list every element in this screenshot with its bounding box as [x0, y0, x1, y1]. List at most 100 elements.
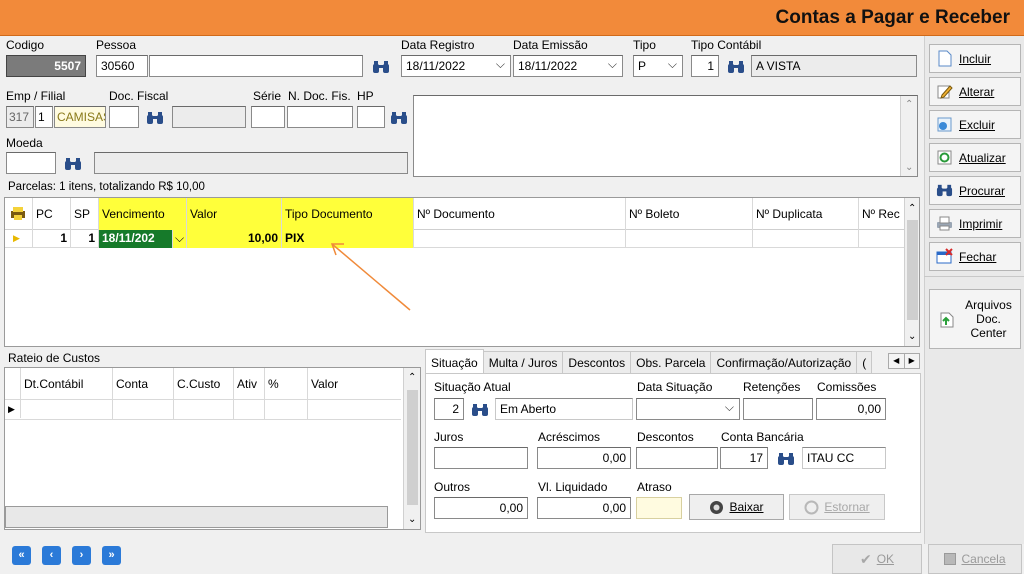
cell-n-duplicata[interactable] [753, 230, 859, 248]
table-row[interactable]: ▶ 1 1 18/11/202 ⌵ 10,00 PIX [5, 230, 904, 248]
cell-sp[interactable]: 1 [71, 230, 99, 248]
alterar-button[interactable]: Alterar [929, 77, 1021, 106]
col-vencimento[interactable]: Vencimento [99, 198, 187, 230]
grid-scrollbar[interactable]: ⌃ ⌄ [904, 198, 919, 346]
observation-scrollbar[interactable]: ⌃ ⌄ [900, 96, 917, 176]
col-n-duplicata[interactable]: Nº Duplicata [753, 198, 859, 230]
data-registro-field[interactable]: 18/11/2022 [401, 55, 511, 77]
tab-scroll-left-icon[interactable]: ◀ [889, 354, 905, 368]
cell-vencimento[interactable]: 18/11/202 [99, 230, 173, 248]
tipo-contabil-code[interactable]: 1 [691, 55, 719, 77]
pessoa-name-field[interactable] [149, 55, 363, 77]
comissoes-field[interactable]: 0,00 [816, 398, 886, 420]
outros-field[interactable]: 0,00 [434, 497, 528, 519]
col-n-rec[interactable]: Nº Rec [859, 198, 904, 230]
binoculars-icon[interactable] [64, 156, 82, 172]
grid-print-icon[interactable] [5, 198, 33, 230]
scroll-down-icon[interactable]: ⌄ [408, 514, 416, 525]
cell-valor[interactable] [308, 400, 401, 420]
tipo-select[interactable]: P [633, 55, 683, 77]
procurar-button[interactable]: Procurar [929, 176, 1021, 205]
col-dt-contabil[interactable]: Dt.Contábil [21, 368, 113, 400]
cell-c-custo[interactable] [174, 400, 234, 420]
conta-code-field[interactable]: 17 [720, 447, 768, 469]
scroll-up-icon[interactable]: ⌃ [408, 372, 416, 383]
scroll-down-icon[interactable]: ⌄ [905, 162, 913, 173]
cell-n-rec[interactable] [859, 230, 904, 248]
fechar-button[interactable]: Fechar [929, 242, 1021, 271]
col-pc[interactable]: PC [33, 198, 71, 230]
col-ativ[interactable]: Ativ [234, 368, 265, 400]
first-record-icon[interactable]: « [12, 546, 31, 565]
doc-fiscal-field[interactable] [109, 106, 139, 128]
binoculars-icon[interactable] [146, 110, 164, 126]
col-valor[interactable]: Valor [187, 198, 282, 230]
cell-ativ[interactable] [234, 400, 265, 420]
binoculars-icon[interactable] [372, 59, 390, 75]
binoculars-icon[interactable] [471, 402, 489, 418]
scroll-up-icon[interactable]: ⌃ [905, 99, 913, 110]
baixar-button[interactable]: Baixar [689, 494, 784, 520]
retencoes-field[interactable] [743, 398, 813, 420]
observation-textarea[interactable] [413, 95, 918, 177]
filial-field[interactable]: 1 [35, 106, 53, 128]
imprimir-button[interactable]: Imprimir [929, 209, 1021, 238]
col-n-documento[interactable]: Nº Documento [414, 198, 626, 230]
tab-confirmacao[interactable]: Confirmação/Autorização [710, 351, 858, 373]
binoculars-icon[interactable] [777, 451, 795, 467]
hp-field[interactable] [357, 106, 385, 128]
data-emissao-field[interactable]: 18/11/2022 [513, 55, 623, 77]
pessoa-code-field[interactable]: 30560 [96, 55, 148, 77]
emp-field[interactable]: 317 [6, 106, 34, 128]
cancela-button[interactable]: Cancela [928, 544, 1022, 574]
cell-conta[interactable] [113, 400, 174, 420]
col-conta[interactable]: Conta [113, 368, 174, 400]
serie-field[interactable] [251, 106, 285, 128]
incluir-button[interactable]: Incluir [929, 44, 1021, 73]
arquivos-doc-center-button[interactable]: Arquivos Doc. Center [929, 289, 1021, 349]
cell-n-documento[interactable] [414, 230, 626, 248]
col-c-custo[interactable]: C.Custo [174, 368, 234, 400]
cell-pc[interactable]: 1 [33, 230, 71, 248]
scroll-thumb[interactable] [907, 220, 918, 320]
data-situacao-field[interactable] [636, 398, 740, 420]
estornar-button[interactable]: Estornar [789, 494, 885, 520]
moeda-field[interactable] [6, 152, 56, 174]
tab-descontos[interactable]: Descontos [562, 351, 632, 373]
descontos-field[interactable] [636, 447, 718, 469]
tab-multa-juros[interactable]: Multa / Juros [482, 351, 564, 373]
cell-valor[interactable]: 10,00 [187, 230, 282, 248]
n-doc-fis-field[interactable] [287, 106, 353, 128]
atualizar-button[interactable]: Atualizar [929, 143, 1021, 172]
col-percent[interactable]: % [265, 368, 308, 400]
binoculars-icon[interactable] [727, 59, 745, 75]
previous-record-icon[interactable]: ‹ [42, 546, 61, 565]
excluir-button[interactable]: Excluir [929, 110, 1021, 139]
vencimento-dropdown-icon[interactable]: ⌵ [173, 230, 187, 248]
rateio-scrollbar[interactable]: ⌃ ⌄ [403, 368, 420, 529]
tab-situacao[interactable]: Situação [425, 349, 484, 373]
cell-percent[interactable] [265, 400, 308, 420]
col-tipo-documento[interactable]: Tipo Documento [282, 198, 414, 230]
tab-overflow[interactable]: ( [856, 351, 873, 373]
tab-obs-parcela[interactable]: Obs. Parcela [630, 351, 712, 373]
col-n-boleto[interactable]: Nº Boleto [626, 198, 753, 230]
col-valor[interactable]: Valor [308, 368, 401, 400]
cell-n-boleto[interactable] [626, 230, 753, 248]
next-record-icon[interactable]: › [72, 546, 91, 565]
ok-button[interactable]: ✔ OK [832, 544, 922, 574]
scroll-up-icon[interactable]: ⌃ [908, 203, 916, 214]
situacao-code-field[interactable]: 2 [434, 398, 464, 420]
binoculars-icon[interactable] [390, 110, 408, 126]
juros-field[interactable] [434, 447, 528, 469]
scroll-down-icon[interactable]: ⌄ [908, 331, 916, 342]
acrescimos-field[interactable]: 0,00 [537, 447, 631, 469]
vl-liquidado-field[interactable]: 0,00 [537, 497, 631, 519]
tab-scroll-right-icon[interactable]: ▶ [905, 354, 920, 368]
table-row[interactable]: ▶ [5, 400, 401, 420]
col-sp[interactable]: SP [71, 198, 99, 230]
codigo-field[interactable]: 5507 [6, 55, 86, 77]
cell-dt-contabil[interactable] [21, 400, 113, 420]
last-record-icon[interactable]: » [102, 546, 121, 565]
scroll-thumb[interactable] [407, 390, 418, 505]
